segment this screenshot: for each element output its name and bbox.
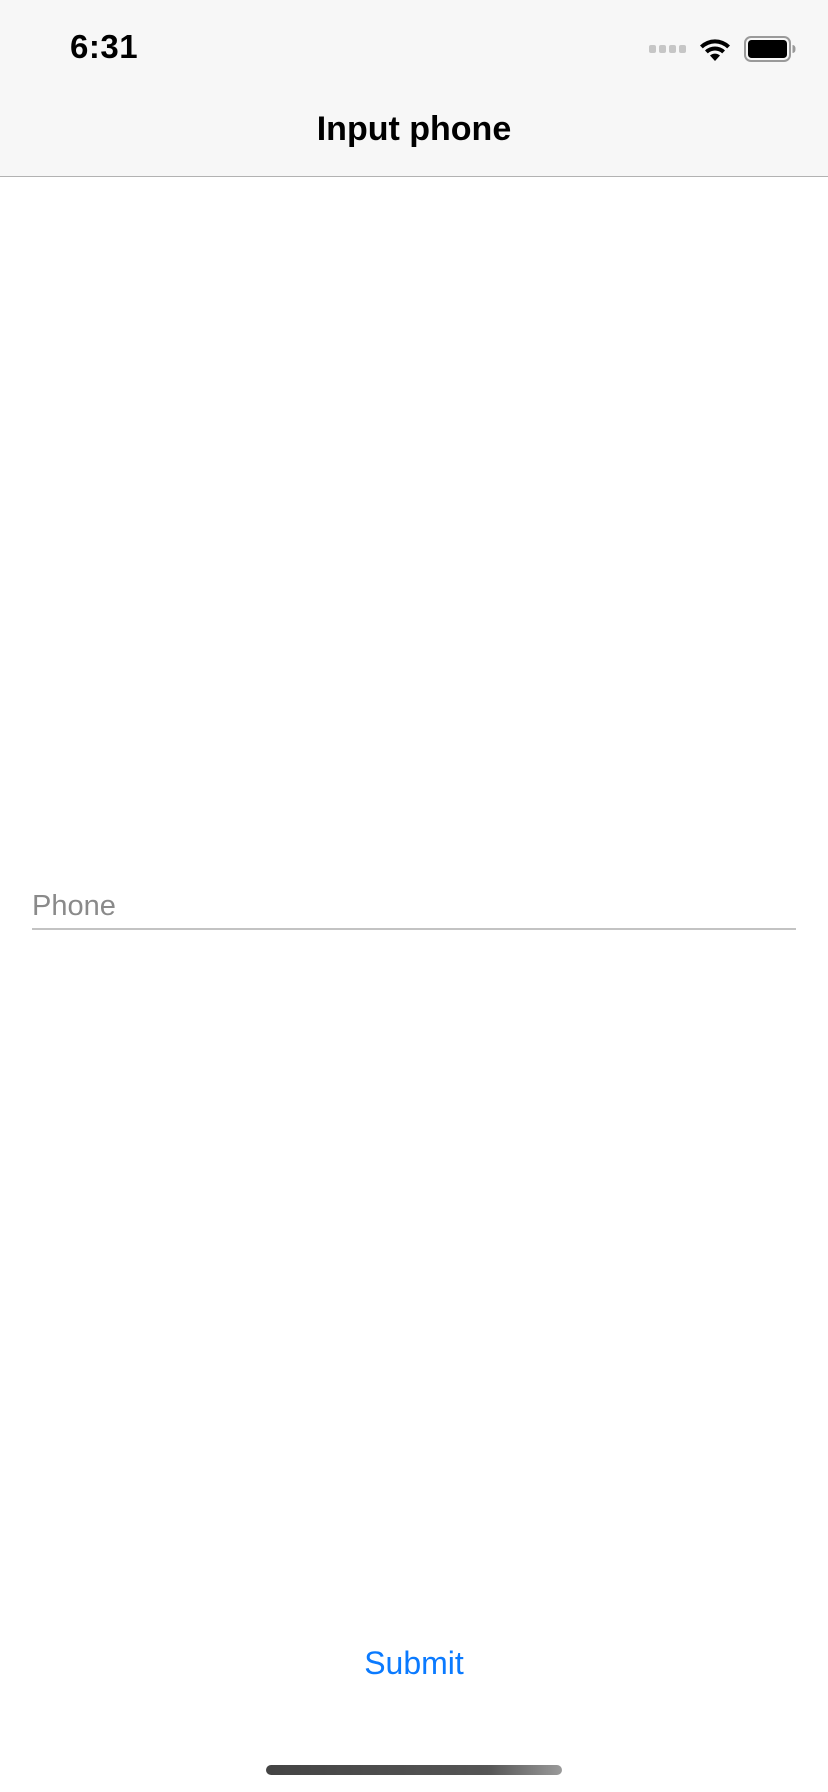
home-indicator[interactable] bbox=[266, 1765, 562, 1775]
status-bar: 6:31 bbox=[0, 0, 828, 88]
navigation-bar: Input phone bbox=[0, 88, 828, 177]
page-title: Input phone bbox=[316, 110, 512, 148]
status-icons bbox=[649, 34, 796, 64]
phone-input[interactable] bbox=[32, 884, 796, 930]
battery-icon bbox=[744, 36, 796, 62]
cellular-signal-icon bbox=[649, 45, 686, 53]
submit-button[interactable]: Submit bbox=[0, 1638, 828, 1688]
status-time: 6:31 bbox=[70, 28, 139, 65]
wifi-icon bbox=[700, 39, 730, 61]
